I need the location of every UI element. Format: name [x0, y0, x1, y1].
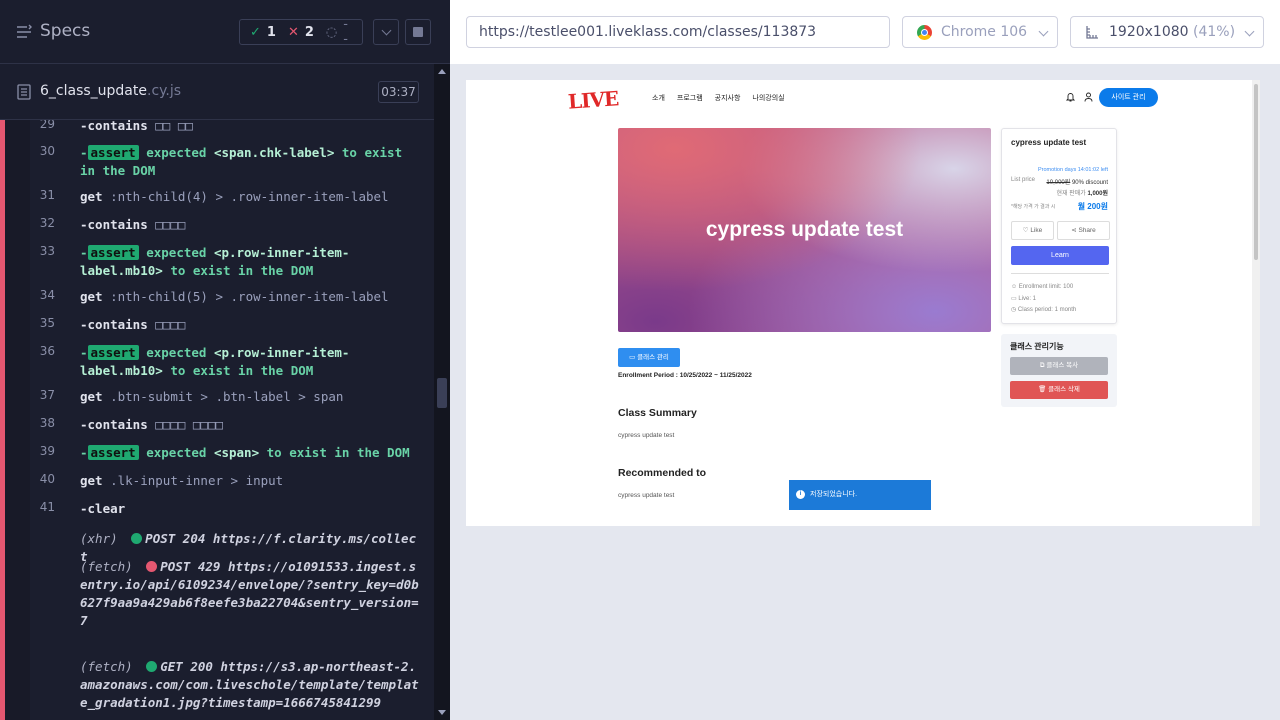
enrollment-period: Enrollment Period : 10/25/2022 ~ 11/25/2… — [618, 372, 752, 379]
class-manage-card: 클래스 관리기능 ⧉ 클래스 복사 🗑 클래스 삭제 — [1001, 334, 1117, 407]
share-button[interactable]: ⋖ Share — [1057, 221, 1110, 240]
file-icon — [17, 84, 31, 100]
command-log-scrollbar[interactable] — [434, 64, 450, 720]
delete-class-button[interactable]: 🗑 클래스 삭제 — [1010, 381, 1108, 399]
total-price-row: 현재 판매가 1,000원 — [1056, 191, 1109, 197]
scroll-up-icon[interactable] — [438, 69, 446, 74]
monthly-price-row: *해당 가격 가 결과 시 월 200원 — [1011, 202, 1108, 211]
command-log: 29 -contains □□ □□ 30 - assert expected <… — [0, 120, 434, 720]
trash-icon: 🗑 — [1038, 386, 1049, 393]
assert-badge: assert — [87, 345, 139, 360]
site-nav: 소개 프로그램 공지사항 나의강의실 — [652, 93, 785, 103]
expand-button[interactable] — [373, 19, 399, 45]
status-error-dot — [146, 561, 158, 572]
chrome-icon — [917, 25, 932, 40]
list-price-row: List price 10,000원 90% discount — [1011, 177, 1108, 186]
scroll-down-icon[interactable] — [438, 710, 446, 715]
class-summary-text: cypress update test — [618, 432, 675, 439]
chevron-down-icon — [381, 25, 391, 36]
clock-icon: ◷ — [1011, 307, 1018, 313]
user-icon[interactable] — [1084, 92, 1093, 102]
class-cover-image: cypress update test — [618, 128, 991, 332]
monitor-icon: ▭ — [629, 354, 638, 361]
class-admin-button[interactable]: ▭ 클래스 관리 — [618, 348, 680, 367]
status-ok-dot — [131, 533, 143, 544]
failed-count: ✕ 2 — [287, 24, 314, 40]
live-count: ▭ Live: 1 — [1011, 296, 1037, 302]
chevron-down-icon — [1244, 26, 1255, 37]
assert-badge: assert — [87, 145, 139, 160]
recommended-heading: Recommended to — [618, 467, 707, 479]
specs-bar: Specs ✓ 1 ✕ 2 ◌ -- — [0, 0, 450, 64]
status-ok-dot — [146, 661, 158, 672]
url-field[interactable]: https://testlee001.liveklass.com/classes… — [466, 16, 890, 48]
passed-count: ✓ 1 — [250, 24, 276, 40]
aut-scroll-thumb[interactable] — [1254, 84, 1258, 260]
nav-item[interactable]: 공지사항 — [715, 93, 741, 103]
stop-button[interactable] — [405, 19, 431, 45]
card-title: cypress update test — [1011, 138, 1087, 147]
share-icon: ⋖ — [1071, 227, 1077, 234]
runner-panel: Specs ✓ 1 ✕ 2 ◌ -- 6_class_update.cy.js 03:… — [0, 0, 450, 720]
aut-header: https://testlee001.liveklass.com/classes… — [450, 0, 1280, 64]
specs-title[interactable]: Specs — [40, 21, 90, 41]
x-icon: ✕ — [287, 24, 299, 40]
assert-badge: assert — [87, 445, 139, 460]
check-icon: ✓ — [250, 24, 261, 40]
browser-selector[interactable]: Chrome 106 — [902, 16, 1058, 48]
class-period: ◷ Class period: 1 month — [1011, 307, 1077, 313]
viewport-selector[interactable]: 1920x1080 (41%) — [1070, 16, 1264, 48]
run-stats: ✓ 1 ✕ 2 ◌ -- — [239, 17, 363, 47]
pending-count: ◌ -- — [325, 17, 348, 47]
copy-class-button[interactable]: ⧉ 클래스 복사 — [1010, 357, 1108, 375]
aut-scrollbar[interactable] — [1252, 80, 1260, 526]
line-number-column — [5, 120, 30, 720]
promotion-timer: Promotion days 14:01:02 left — [1037, 167, 1108, 173]
scroll-thumb[interactable] — [437, 378, 447, 408]
learn-button[interactable]: Learn — [1011, 246, 1109, 265]
app-under-test-frame: LIVE 소개 프로그램 공지사항 나의강의실 사이트 관리 cypress u… — [466, 80, 1260, 526]
nav-item[interactable]: 소개 — [652, 93, 665, 103]
site-logo[interactable]: LIVE — [567, 86, 619, 113]
class-summary-heading: Class Summary — [618, 407, 697, 419]
info-icon: i — [796, 490, 805, 499]
nav-item[interactable]: 프로그램 — [677, 93, 703, 103]
spec-filename: 6_class_update.cy.js — [40, 83, 182, 99]
manage-title: 클래스 관리기능 — [1010, 342, 1064, 351]
divider — [1011, 273, 1109, 274]
person-icon: ☺ — [1011, 284, 1019, 290]
bell-icon[interactable] — [1066, 92, 1075, 102]
specs-list-icon[interactable] — [16, 24, 32, 40]
recommended-text: cypress update test — [618, 492, 675, 499]
chevron-down-icon — [1038, 26, 1049, 37]
spec-file-header: 6_class_update.cy.js 03:37 — [0, 64, 434, 120]
site-admin-button[interactable]: 사이트 관리 — [1099, 88, 1158, 107]
pending-icon: ◌ — [325, 24, 338, 40]
class-info-card: cypress update test Promotion days 14:01… — [1001, 128, 1117, 324]
nav-item[interactable]: 나의강의실 — [752, 93, 784, 103]
cover-title: cypress update test — [705, 218, 904, 241]
heart-icon: ♡ — [1022, 227, 1029, 234]
save-toast: i 저장되었습니다. — [789, 480, 931, 510]
spec-duration: 03:37 — [378, 81, 419, 103]
stop-icon — [413, 27, 423, 37]
ruler-icon — [1086, 26, 1098, 39]
assert-badge: assert — [87, 245, 139, 260]
enrollment-limit: ☺ Enrollment limit: 100 — [1011, 284, 1074, 290]
like-button[interactable]: ♡ Like — [1011, 221, 1054, 240]
